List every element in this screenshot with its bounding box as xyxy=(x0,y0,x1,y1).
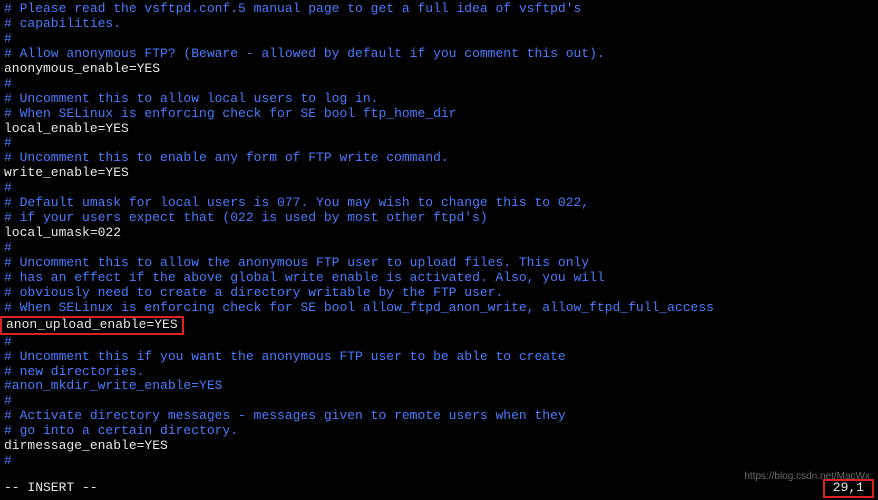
config-line: # Activate directory messages - messages… xyxy=(4,409,874,424)
config-line: # Uncomment this if you want the anonymo… xyxy=(4,350,874,365)
config-line: local_enable=YES xyxy=(4,122,874,137)
config-line: # xyxy=(4,32,874,47)
config-line: # xyxy=(4,136,874,151)
config-line: # has an effect if the above global writ… xyxy=(4,271,874,286)
config-line: # When SELinux is enforcing check for SE… xyxy=(4,107,874,122)
config-line: write_enable=YES xyxy=(4,166,874,181)
config-line: # obviously need to create a directory w… xyxy=(4,286,874,301)
config-line: # Uncomment this to allow the anonymous … xyxy=(4,256,874,271)
config-line: # new directories. xyxy=(4,365,874,380)
watermark-text: https://blog.csdn.net/MacWx xyxy=(744,471,870,483)
config-line: # if your users expect that (022 is used… xyxy=(4,211,874,226)
config-line: dirmessage_enable=YES xyxy=(4,439,874,454)
config-line: # xyxy=(4,335,874,350)
editor-content[interactable]: # Please read the vsftpd.conf.5 manual p… xyxy=(4,2,874,469)
config-line: # xyxy=(4,454,874,469)
config-line: # Allow anonymous FTP? (Beware - allowed… xyxy=(4,47,874,62)
config-line: # Uncomment this to enable any form of F… xyxy=(4,151,874,166)
config-line: # xyxy=(4,181,874,196)
config-line: # xyxy=(4,241,874,256)
config-line: # xyxy=(4,77,874,92)
config-line: anon_upload_enable=YES xyxy=(4,316,874,335)
config-line: # xyxy=(4,394,874,409)
config-line: # go into a certain directory. xyxy=(4,424,874,439)
config-line: anonymous_enable=YES xyxy=(4,62,874,77)
config-line: # Please read the vsftpd.conf.5 manual p… xyxy=(4,2,874,17)
vim-mode-indicator: -- INSERT -- xyxy=(4,481,98,496)
highlighted-setting: anon_upload_enable=YES xyxy=(0,316,184,335)
config-line: # capabilities. xyxy=(4,17,874,32)
config-line: # Default umask for local users is 077. … xyxy=(4,196,874,211)
config-line: #anon_mkdir_write_enable=YES xyxy=(4,379,874,394)
config-line: local_umask=022 xyxy=(4,226,874,241)
config-line: # Uncomment this to allow local users to… xyxy=(4,92,874,107)
config-line: # When SELinux is enforcing check for SE… xyxy=(4,301,874,316)
